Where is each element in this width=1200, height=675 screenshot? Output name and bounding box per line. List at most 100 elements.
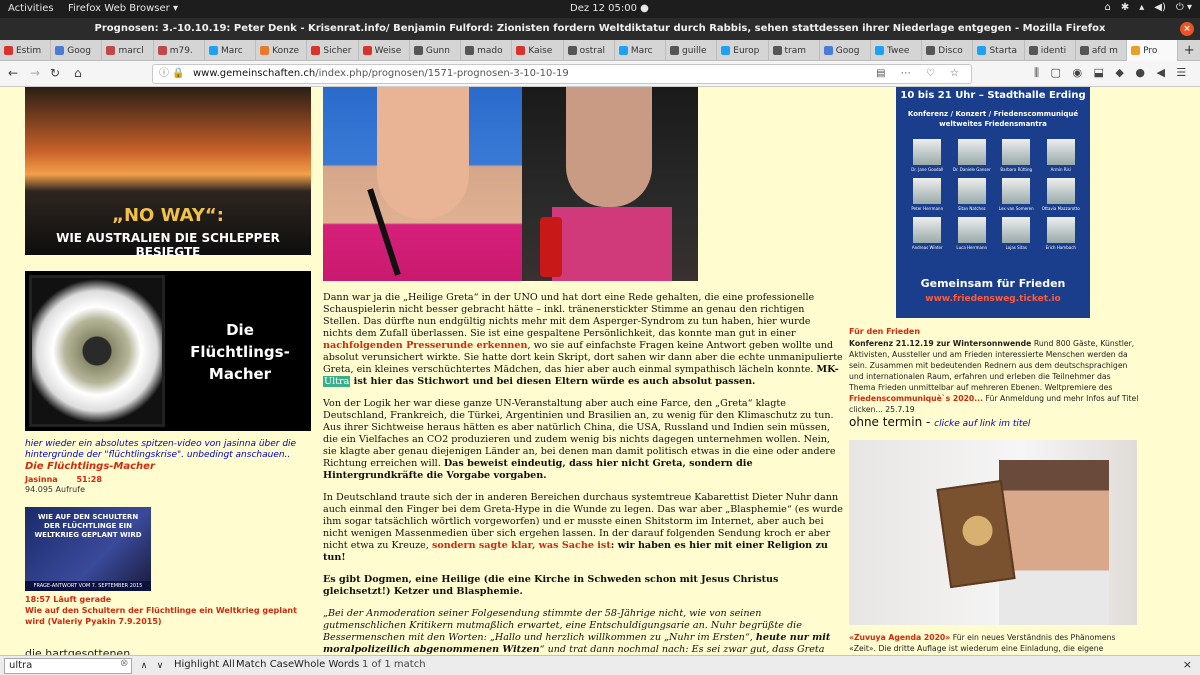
article-paragraph: In Deutschland traute sich der in andere…	[323, 492, 843, 564]
highlight-all-toggle[interactable]: Highlight All	[174, 659, 235, 670]
speaker-name: Lojas Sitas	[1005, 245, 1027, 250]
speaker-photo	[913, 217, 942, 243]
quote-text: „Bei der Anmoderation seiner Folgesendun…	[323, 608, 802, 643]
site-info-icon[interactable]: ⓘ 🔒	[159, 65, 185, 83]
speaker-card: Barbara Rütting	[997, 139, 1036, 172]
friedensweg-poster[interactable]: 10 bis 21 Uhr – Stadthalle Erding Konfer…	[896, 87, 1090, 318]
browser-tab[interactable]: afd m	[1076, 40, 1128, 61]
url-path: /index.php/prognosen/1571-prognosen-3-10…	[315, 68, 569, 79]
browser-tab[interactable]: Disco	[922, 40, 974, 61]
network-icon[interactable]: ▴	[1139, 2, 1144, 13]
find-previous-button[interactable]: ∧	[136, 657, 152, 675]
tab-strip: Estim Goog marcl m79. Marc Konze Sicher Weise Gu…	[0, 40, 1200, 61]
speaker-photo	[1002, 178, 1031, 204]
activities-button[interactable]: Activities	[8, 3, 54, 14]
tab-favicon-icon	[260, 46, 270, 55]
video-title[interactable]: Die Flüchtlings-Macher	[25, 461, 155, 472]
bluetooth-icon[interactable]: ✱	[1121, 2, 1129, 13]
tab-label: Estim	[16, 45, 42, 56]
browser-tab[interactable]: Europ	[717, 40, 769, 61]
app-menu[interactable]: Firefox Web Browser ▾	[68, 3, 178, 14]
browser-tab[interactable]: Estim	[0, 40, 52, 61]
browser-tab[interactable]: Goog	[51, 40, 103, 61]
browser-tab[interactable]: Konze	[256, 40, 308, 61]
article-paragraph: Es gibt Dogmen, eine Heilige (die eine K…	[323, 574, 779, 597]
speaker-photo	[1002, 217, 1031, 243]
browser-tab[interactable]: Sicher	[307, 40, 359, 61]
speaker-photo	[1046, 178, 1075, 204]
browser-tab[interactable]: Gunn	[410, 40, 462, 61]
find-next-button[interactable]: ∨	[152, 657, 168, 675]
url-actions-icons[interactable]: ▤ ⋯ ♡ ☆	[876, 65, 965, 83]
tab-favicon-icon	[465, 46, 475, 55]
toolbar-icons[interactable]: ⫼ ▢ ◉ ⬓ ◆ ● ◀ ☰	[1034, 66, 1190, 80]
termin-link[interactable]: clicke auf link im titel	[934, 419, 1030, 429]
banner-title: Die Flüchtlings-Macher	[190, 321, 290, 383]
speaker-card: Sitan Natchez	[953, 178, 992, 211]
tab-favicon-icon	[721, 46, 731, 55]
tab-label: identi	[1040, 45, 1067, 56]
tab-favicon-icon	[772, 46, 782, 55]
browser-tab[interactable]: Twee	[871, 40, 923, 61]
browser-tab[interactable]: marcl	[102, 40, 154, 61]
window-close-button[interactable]: ×	[1180, 22, 1194, 36]
back-button[interactable]: ←	[8, 66, 18, 80]
clear-find-icon[interactable]: ⊗	[120, 658, 128, 669]
browser-tab[interactable]: Starta	[973, 40, 1025, 61]
termin-heading: ohne termin - clicke auf link im titel	[849, 415, 1030, 429]
new-tab-button[interactable]: +	[1178, 40, 1200, 60]
url-bar[interactable]: ⓘ 🔒 www.gemeinschaften.ch/index.php/prog…	[152, 64, 972, 84]
thumbnail-footer: FRAGE-ANTWORT VOM 7. SEPTEMBER 2015 VALE…	[25, 581, 151, 599]
presserunde-link[interactable]: nachfolgenden Presserunde erkennen	[323, 340, 527, 351]
browser-tab[interactable]: ostral	[564, 40, 615, 61]
browser-tab[interactable]: Marc	[205, 40, 257, 61]
nuhr-link[interactable]: sondern sagte klar, was Sache ist	[432, 540, 611, 551]
book-title-link[interactable]: «Zuvuya Agenda 2020»	[849, 633, 950, 642]
tab-favicon-icon	[926, 46, 936, 55]
no-way-banner[interactable]: „NO WAY“: WIE AUSTRALIEN DIE SCHLEPPER B…	[25, 87, 311, 259]
browser-tab[interactable]: identi	[1025, 40, 1076, 61]
pyakin-video-thumbnail[interactable]: WIE AUF DEN SCHULTERN DER FLÜCHTLINGE EI…	[25, 507, 151, 599]
video-link-title[interactable]: Wie auf den Schultern der Flüchtlinge ei…	[25, 605, 315, 627]
browser-tab[interactable]: mado	[461, 40, 513, 61]
browser-tab[interactable]: Kaise	[512, 40, 564, 61]
speaker-card: Lojas Sitas	[997, 217, 1036, 250]
power-icon[interactable]: ⏻ ▾	[1176, 2, 1192, 13]
tab-label: ostral	[579, 45, 606, 56]
home-button[interactable]: ⌂	[74, 66, 82, 80]
tab-favicon-icon	[311, 46, 321, 55]
browser-tab[interactable]: Pro	[1127, 40, 1179, 61]
speaker-name: Sitan Natchez	[957, 206, 986, 211]
whole-words-toggle[interactable]: Whole Words	[294, 659, 359, 670]
volume-icon[interactable]: ◀)	[1154, 2, 1166, 13]
close-find-bar-button[interactable]: ×	[1183, 658, 1192, 671]
face-shape	[566, 87, 652, 207]
tab-favicon-icon	[567, 46, 577, 55]
video-meta: Jasinna 51:28	[25, 475, 118, 484]
browser-tab[interactable]: guille	[666, 40, 718, 61]
speaker-card: Armin Risi	[1042, 139, 1081, 172]
find-input[interactable]: ultra	[4, 658, 132, 674]
video-views: 94.095 Aufrufe	[25, 485, 85, 494]
browser-tab[interactable]: tram	[769, 40, 820, 61]
tab-favicon-icon	[874, 46, 884, 55]
system-tray[interactable]: ⌂ ✱ ▴ ◀) ⏻ ▾	[1105, 2, 1192, 13]
zuvuya-book-photo[interactable]	[849, 440, 1137, 625]
speaker-card: Dr. Daniele Ganser	[953, 139, 992, 172]
communique-link[interactable]: Friedenscommuniquè`s 2020...	[849, 394, 983, 403]
browser-tab[interactable]: Goog	[820, 40, 871, 61]
fluechtlings-macher-banner[interactable]: Die Flüchtlings-Macher	[25, 271, 311, 431]
browser-tab[interactable]: Weise	[359, 40, 410, 61]
browser-tab[interactable]: m79.	[154, 40, 205, 61]
clock[interactable]: Dez 12 05:00 ●	[570, 3, 649, 14]
app-indicator-icon[interactable]: ⌂	[1105, 2, 1111, 13]
tab-favicon-icon	[977, 46, 987, 55]
reload-button[interactable]: ↻	[50, 66, 60, 80]
browser-tab[interactable]: Marc	[615, 40, 667, 61]
video-description-link[interactable]: hier wieder ein absolutes spitzen-video …	[25, 439, 315, 461]
section-heading: die hartgesottenen...	[25, 647, 141, 655]
bold-text: Konferenz 21.12.19 zur Wintersonnwende	[849, 339, 1032, 348]
match-case-toggle[interactable]: Match Case	[236, 659, 294, 670]
forward-button[interactable]: →	[30, 66, 40, 80]
speaker-card: Dr. Jane Goodall	[908, 139, 947, 172]
